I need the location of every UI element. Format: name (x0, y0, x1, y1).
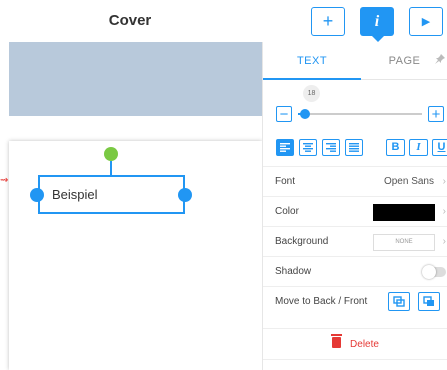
delete-button[interactable]: Delete (263, 328, 447, 360)
align-justify-icon (349, 143, 359, 152)
color-swatch[interactable] (373, 204, 435, 221)
layer-row: Move to Back / Front (263, 286, 447, 316)
move-to-front-icon (423, 296, 434, 306)
panel-tabs: TEXT PAGE (263, 42, 447, 80)
pin-icon[interactable] (435, 54, 445, 67)
align-center-icon (303, 143, 313, 152)
align-justify-button[interactable] (345, 139, 363, 156)
italic-button[interactable]: I (409, 139, 428, 156)
chevron-right-icon: › (442, 206, 446, 217)
color-row[interactable]: Color › (263, 196, 447, 226)
underline-button[interactable]: U (432, 139, 447, 156)
font-row[interactable]: Font Open Sans › (263, 166, 447, 196)
top-bar: Cover + i ▶ (0, 0, 447, 42)
cover-band (9, 42, 262, 116)
align-left-icon (280, 143, 290, 152)
shadow-row: Shadow (263, 256, 447, 286)
alignment-group (276, 139, 368, 156)
tab-text[interactable]: TEXT (263, 42, 361, 80)
align-left-button[interactable] (276, 139, 294, 156)
resize-handle-right[interactable] (178, 188, 192, 202)
move-to-back-button[interactable] (388, 292, 410, 311)
bold-button[interactable]: B (386, 139, 405, 156)
background-label: Background (275, 236, 329, 247)
align-center-button[interactable] (299, 139, 317, 156)
canvas-area: ⇝ Beispiel (0, 42, 262, 370)
arrow-indicator-icon: ⇝ (0, 175, 9, 186)
shadow-toggle[interactable] (422, 265, 446, 279)
properties-panel: TEXT PAGE 18 − + B I U Font Open Sans › (262, 42, 447, 370)
text-box[interactable]: Beispiel (38, 175, 185, 214)
rotate-connector (110, 161, 112, 175)
font-size-indicator: 18 (303, 85, 320, 102)
font-size-increase-button[interactable]: + (428, 106, 444, 123)
text-style-group: B I U (386, 139, 447, 156)
color-label: Color (275, 206, 299, 217)
move-to-back-icon (393, 296, 405, 307)
background-value[interactable]: NONE (373, 234, 435, 251)
chevron-right-icon: › (442, 236, 446, 247)
rotate-handle[interactable] (104, 147, 118, 161)
font-size-slider-thumb[interactable] (300, 109, 311, 119)
font-value[interactable]: Open Sans (384, 167, 434, 197)
font-size-decrease-button[interactable]: − (276, 106, 292, 123)
background-row[interactable]: Background NONE › (263, 226, 447, 256)
play-button[interactable]: ▶ (409, 7, 443, 36)
shadow-toggle-knob (422, 265, 436, 279)
resize-handle-left[interactable] (30, 188, 44, 202)
layer-label: Move to Back / Front (275, 296, 368, 307)
font-label: Font (275, 176, 296, 187)
info-button[interactable]: i (360, 7, 394, 42)
delete-label: Delete (350, 339, 379, 350)
chevron-right-icon: › (442, 176, 446, 187)
page-title: Cover (108, 12, 152, 29)
align-right-icon (326, 143, 336, 152)
trash-icon (331, 334, 343, 348)
add-button[interactable]: + (311, 7, 345, 36)
text-box-content[interactable]: Beispiel (52, 177, 98, 212)
align-right-button[interactable] (322, 139, 340, 156)
font-size-slider[interactable] (298, 113, 422, 115)
shadow-label: Shadow (275, 266, 312, 277)
move-to-front-button[interactable] (418, 292, 440, 311)
